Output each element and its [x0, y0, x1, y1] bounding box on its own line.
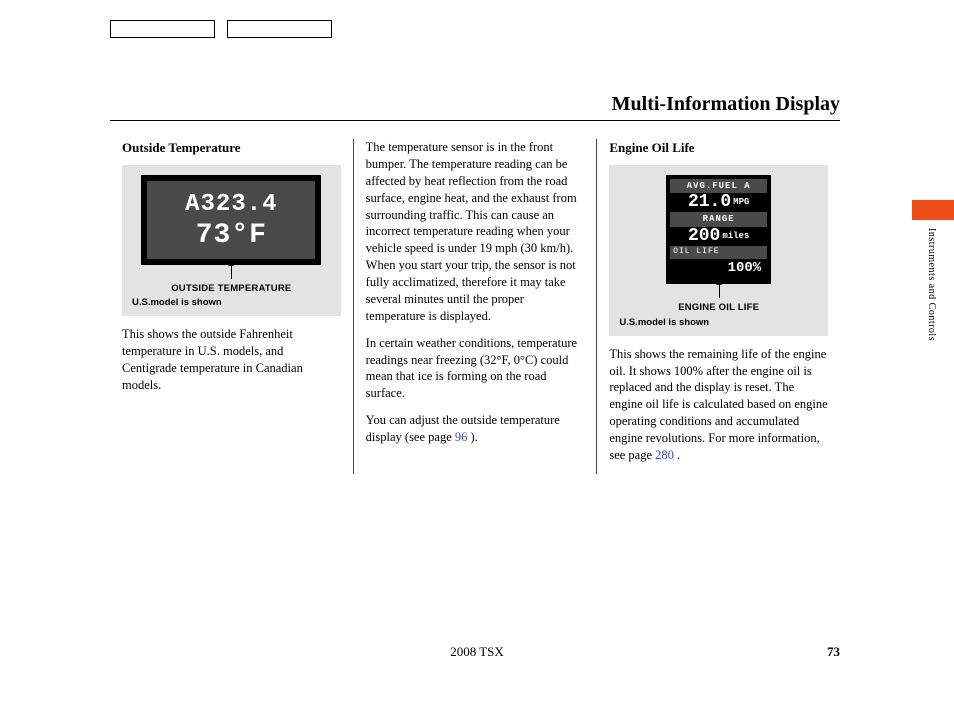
disp-left-line2: 73°F — [147, 222, 315, 250]
caption-us-model-right: U.S.model is shown — [619, 317, 818, 330]
para-sensor-2: In certain weather conditions, temperatu… — [366, 335, 585, 403]
page-number: 73 — [827, 644, 840, 660]
para3-post: ). — [467, 430, 477, 444]
range-unit: miles — [722, 231, 749, 241]
content-columns: Outside Temperature A323.4 73°F OUTSIDE … — [110, 139, 840, 474]
body-outside-temperature: This shows the outside Fahrenheit temper… — [122, 326, 341, 394]
page-title: Multi-Information Display — [110, 93, 840, 116]
body-right-pre: This shows the remaining life of the eng… — [609, 347, 827, 462]
display-engine-oil-life: AVG.FUEL A 21.0MPG RANGE 200miles OIL LI… — [666, 175, 771, 285]
heading-engine-oil-life: Engine Oil Life — [609, 139, 828, 157]
heading-outside-temperature: Outside Temperature — [122, 139, 341, 157]
disp-avg-fuel-value: 21.0MPG — [670, 193, 767, 213]
top-button-bar — [110, 20, 840, 43]
section-tab-marker — [912, 200, 954, 220]
section-tab: Instruments and Controls — [912, 200, 954, 341]
body-engine-oil-life: This shows the remaining life of the eng… — [609, 346, 828, 464]
para-sensor-1: The temperature sensor is in the front b… — [366, 139, 585, 325]
disp-oil-life-label: OIL LIFE — [670, 246, 767, 259]
caption-outside-temperature: OUTSIDE TEMPERATURE — [132, 283, 331, 296]
disp-range-value: 200miles — [670, 227, 767, 247]
display-outside-temperature: A323.4 73°F — [141, 175, 321, 265]
disp-left-line1: A323.4 — [147, 189, 315, 221]
figure-outside-temperature: A323.4 73°F OUTSIDE TEMPERATURE U.S.mode… — [122, 165, 341, 317]
avg-fuel-num: 21.0 — [688, 192, 731, 212]
disp-oil-life-value: 100% — [670, 259, 767, 280]
range-num: 200 — [688, 226, 720, 246]
caption-us-model-left: U.S.model is shown — [132, 297, 331, 310]
title-rule — [110, 120, 840, 121]
top-button-1[interactable] — [110, 20, 215, 38]
section-tab-label: Instruments and Controls — [926, 228, 937, 341]
top-button-2[interactable] — [227, 20, 332, 38]
avg-fuel-unit: MPG — [733, 197, 749, 207]
disp-avg-fuel-label: AVG.FUEL A — [670, 179, 767, 193]
figure-engine-oil-life: AVG.FUEL A 21.0MPG RANGE 200miles OIL LI… — [609, 165, 828, 336]
body-right-post: . — [674, 448, 680, 462]
footer-model: 2008 TSX — [0, 644, 954, 660]
column-engine-oil-life: Engine Oil Life AVG.FUEL A 21.0MPG RANGE… — [596, 139, 840, 474]
disp-range-label: RANGE — [670, 212, 767, 226]
column-sensor-info: The temperature sensor is in the front b… — [353, 139, 597, 474]
para-sensor-3: You can adjust the outside temperature d… — [366, 412, 585, 446]
column-outside-temperature: Outside Temperature A323.4 73°F OUTSIDE … — [110, 139, 353, 474]
link-page-280[interactable]: 280 — [655, 448, 674, 462]
link-page-96[interactable]: 96 — [455, 430, 468, 444]
caption-engine-oil-life: ENGINE OIL LIFE — [619, 302, 818, 315]
